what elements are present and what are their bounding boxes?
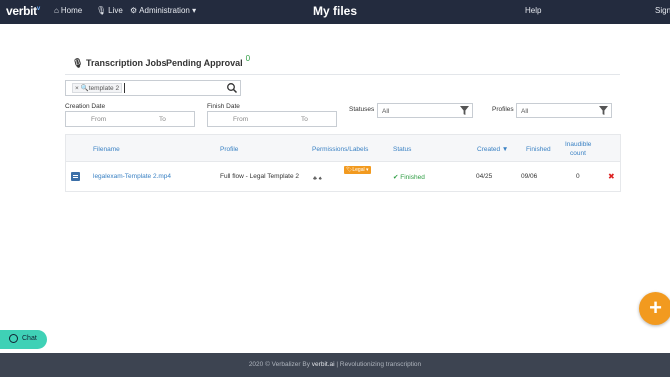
row-filename[interactable]: legalexam-Template 2.mp4: [93, 173, 171, 180]
creation-date-range[interactable]: From To: [65, 111, 195, 127]
row-finished: 09/06: [521, 173, 538, 180]
search-icon: 🔍: [80, 85, 89, 92]
row-created: 04/25: [476, 173, 493, 180]
filter-icon: [460, 106, 469, 115]
permission-icons[interactable]: ♣ ♠: [313, 176, 322, 182]
filter-icon: [599, 106, 608, 115]
delete-icon[interactable]: ✖: [608, 172, 615, 181]
table-header: Filename Profile Permissions/Labels Stat…: [65, 134, 621, 162]
creation-to-input[interactable]: To: [159, 116, 166, 123]
table-row[interactable]: legalexam-Template 2.mp4 Full flow - Leg…: [65, 162, 621, 192]
footer: 2020 © Verbalizer By verbit.ai | Revolut…: [0, 353, 670, 377]
finish-to-input[interactable]: To: [301, 116, 308, 123]
finish-date-label: Finish Date: [207, 103, 240, 110]
chat-button[interactable]: Chat: [0, 330, 47, 349]
profiles-label: Profiles: [492, 106, 514, 113]
creation-from-input[interactable]: From: [91, 116, 106, 123]
tabs-divider: [65, 74, 620, 75]
chip-label: template 2: [88, 85, 120, 92]
col-inaudible[interactable]: Inaudible: [565, 141, 591, 148]
row-inaudible: 0: [576, 173, 580, 180]
statuses-label: Statuses: [349, 106, 375, 113]
col-inaudible-count[interactable]: count: [570, 150, 586, 157]
search-icon[interactable]: [226, 82, 238, 94]
add-file-button[interactable]: +: [639, 292, 670, 325]
row-profile: Full flow - Legal Template 2: [220, 173, 300, 180]
col-profile[interactable]: Profile: [220, 146, 238, 153]
search-input[interactable]: × 🔍template 2: [65, 80, 241, 96]
tab-pending-approval[interactable]: Pending Approval 0: [166, 54, 250, 68]
footer-link[interactable]: verbit.ai: [312, 361, 335, 368]
col-finished[interactable]: Finished: [526, 146, 551, 153]
col-filename[interactable]: Filename: [93, 146, 120, 153]
nav-help[interactable]: Help: [525, 6, 541, 15]
search-chip[interactable]: × 🔍template 2: [72, 83, 123, 93]
video-file-icon: [71, 172, 80, 181]
col-permissions[interactable]: Permissions/Labels: [312, 146, 368, 153]
statuses-select[interactable]: All: [377, 103, 473, 118]
col-status[interactable]: Status: [393, 146, 411, 153]
pending-count-badge: 0: [245, 54, 251, 63]
top-navbar: verbitv ⌂ Home 🎙 Live ⚙ Administration ▾ My…: [0, 0, 670, 24]
page-title: My files: [312, 4, 357, 18]
chat-icon: [9, 334, 18, 343]
col-created[interactable]: Created ▼: [477, 146, 508, 153]
text-caret: [124, 83, 125, 93]
tab-transcription-jobs[interactable]: 🎙 Transcription Jobs: [72, 58, 166, 69]
label-tag[interactable]: 🏷Legal ▾: [344, 166, 371, 174]
profiles-select[interactable]: All: [516, 103, 612, 118]
row-status: ✔ Finished: [393, 174, 425, 181]
nav-sign[interactable]: Sign: [655, 6, 670, 15]
finish-date-range[interactable]: From To: [207, 111, 337, 127]
microphone-icon: 🎙: [72, 58, 84, 68]
chip-remove-icon[interactable]: ×: [75, 85, 79, 92]
finish-from-input[interactable]: From: [233, 116, 248, 123]
creation-date-label: Creation Date: [65, 103, 106, 110]
